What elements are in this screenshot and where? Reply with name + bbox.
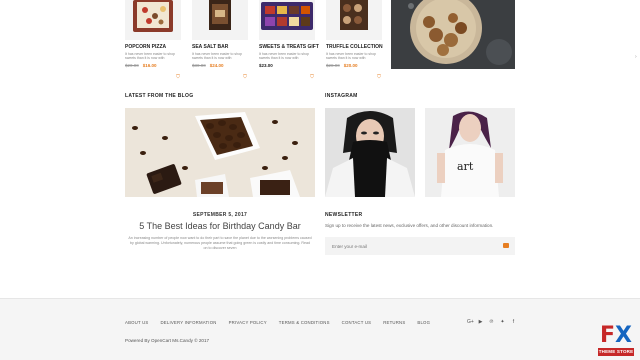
product-card[interactable]: SWEETS & TREATS GIFT It has never been e… xyxy=(259,0,319,80)
product-image[interactable] xyxy=(125,0,181,40)
instagram-section-title: INSTAGRAM xyxy=(325,93,358,99)
product-image[interactable] xyxy=(326,0,382,40)
product-description: It has never been easier to shop sweets … xyxy=(326,52,377,60)
footer-link-terms-conditions[interactable]: TERMS & CONDITIONS xyxy=(279,320,330,325)
price: $23.00 xyxy=(259,63,273,68)
youtube-icon[interactable]: ▶ xyxy=(478,319,483,325)
product-image[interactable] xyxy=(192,0,248,40)
watermark-logo: FX THEME STORE xyxy=(596,324,636,356)
shirt-print-text: art xyxy=(457,160,474,173)
old-price: $30.00 xyxy=(192,63,206,68)
footer-link-contact-us[interactable]: CONTACT US xyxy=(342,320,372,325)
twitter-icon[interactable]: ✦ xyxy=(500,319,505,325)
product-name[interactable]: SEA SALT BAR xyxy=(192,44,248,50)
price: $24.00 xyxy=(209,63,224,68)
cart-icon[interactable]: ⛉ xyxy=(376,74,382,80)
promo-banner-image[interactable] xyxy=(391,0,515,69)
price: $20.00 xyxy=(343,63,358,68)
footer-link-returns[interactable]: RETURNS xyxy=(383,320,405,325)
footer-link-privacy-policy[interactable]: PRIVACY POLICY xyxy=(229,320,267,325)
facebook-icon[interactable]: f xyxy=(511,319,516,325)
blog-post-title[interactable]: 5 The Best Ideas for Birthday Candy Bar xyxy=(125,221,315,231)
footer: ABOUT US DELIVERY INFORMATION PRIVACY PO… xyxy=(0,298,640,360)
instagram-image[interactable]: art xyxy=(425,108,515,197)
product-card[interactable]: SEA SALT BAR It has never been easier to… xyxy=(192,0,248,80)
old-price: $20.00 xyxy=(125,63,139,68)
blog-post-image[interactable] xyxy=(125,108,315,197)
cart-icon[interactable]: ⛉ xyxy=(242,74,248,80)
google-plus-icon[interactable]: G+ xyxy=(467,319,474,325)
newsletter-description: Sign up to receive the latest news, excl… xyxy=(325,223,494,228)
product-description: It has never been easier to shop sweets … xyxy=(192,52,243,60)
product-image[interactable] xyxy=(259,0,315,40)
blog-post-date: SEPTEMBER 5, 2017 xyxy=(192,212,248,218)
footer-link-blog[interactable]: BLOG xyxy=(417,320,430,325)
product-list: POPCORN PIZZA It has never been easier t… xyxy=(125,0,383,80)
footer-link-about-us[interactable]: ABOUT US xyxy=(125,320,149,325)
social-links: G+ ▶ ℗ ✦ f xyxy=(467,319,516,325)
blog-section-title: LATEST FROM THE BLOG xyxy=(125,93,194,99)
footer-nav: ABOUT US DELIVERY INFORMATION PRIVACY PO… xyxy=(125,320,430,325)
old-price: $28.00 xyxy=(326,63,340,68)
product-name[interactable]: POPCORN PIZZA xyxy=(125,44,181,50)
pinterest-icon[interactable]: ℗ xyxy=(489,319,494,325)
product-name[interactable]: SWEETS & TREATS GIFT xyxy=(259,44,319,50)
newsletter-email-input[interactable] xyxy=(325,237,515,255)
newsletter-title: NEWSLETTER xyxy=(325,212,363,218)
instagram-image[interactable] xyxy=(325,108,415,197)
price: $16.00 xyxy=(142,63,157,68)
product-name[interactable]: TRUFFLE COLLECTION xyxy=(326,44,383,50)
product-card[interactable]: POPCORN PIZZA It has never been easier t… xyxy=(125,0,181,80)
product-description: It has never been easier to shop sweets … xyxy=(125,52,176,60)
scroll-indicator-icon[interactable]: › xyxy=(635,54,639,60)
send-icon[interactable] xyxy=(503,243,509,248)
footer-link-delivery-information[interactable]: DELIVERY INFORMATION xyxy=(161,320,217,325)
product-card[interactable]: TRUFFLE COLLECTION It has never been eas… xyxy=(326,0,383,80)
fx-logo-icon: FX xyxy=(600,323,632,348)
cart-icon[interactable]: ⛉ xyxy=(309,74,315,80)
product-description: It has never been easier to shop sweets … xyxy=(259,52,310,60)
cart-icon[interactable]: ⛉ xyxy=(175,74,181,80)
blog-post-excerpt: An increasing number of people now want … xyxy=(128,236,312,250)
copyright-text: Powered By OpenCart Ms.Candy © 2017 xyxy=(125,338,210,343)
logo-caption: THEME STORE xyxy=(598,348,634,356)
